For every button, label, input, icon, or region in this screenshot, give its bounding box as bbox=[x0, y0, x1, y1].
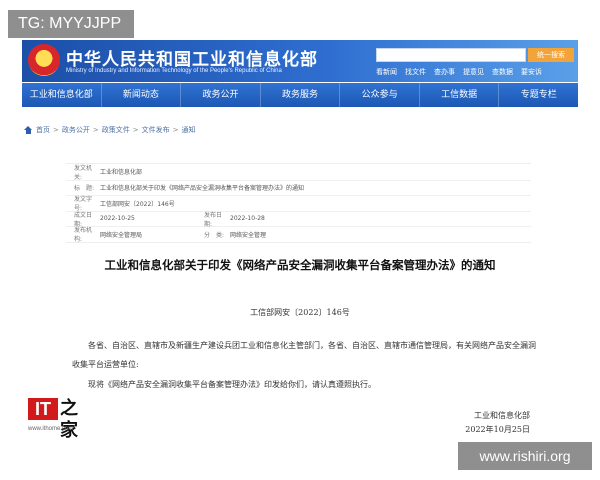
breadcrumb-separator: > bbox=[92, 126, 99, 134]
meta-value: 2022-10-25 bbox=[100, 215, 135, 223]
main-nav: 工业和信息化部 新闻动态 政务公开 政务服务 公众参与 工信数据 专题专栏 bbox=[22, 83, 578, 107]
document-paragraph: 现将《网络产品安全漏洞收集平台备案管理办法》印发给你们，请认真遵照执行。 bbox=[88, 380, 376, 389]
home-icon bbox=[24, 125, 33, 135]
breadcrumb-item[interactable]: 通知 bbox=[182, 125, 196, 135]
util-link[interactable]: 查数据 bbox=[492, 67, 513, 77]
ithome-url: www.ithome.com bbox=[28, 426, 74, 432]
breadcrumb-separator: > bbox=[132, 126, 139, 134]
meta-row-dates: 成文日期: 2022-10-25 发布日期: 2022-10-28 bbox=[66, 210, 531, 228]
nav-item-data[interactable]: 工信数据 bbox=[418, 83, 499, 107]
meta-row-title: 标 题: 工业和信息化部关于印发《网络产品安全漏洞收集平台备案管理办法》的通知 bbox=[66, 179, 531, 196]
meta-value: 网络安全管理 bbox=[230, 231, 267, 239]
nav-item-participation[interactable]: 公众参与 bbox=[339, 83, 419, 107]
ithome-logo-text: 之家 bbox=[60, 398, 78, 441]
document-number: 工信部网安〔2022〕146号 bbox=[250, 308, 350, 317]
meta-value: 工业和信息化部 bbox=[100, 169, 143, 177]
breadcrumb-separator: > bbox=[53, 126, 59, 134]
signoff-org: 工业和信息化部 bbox=[474, 411, 530, 420]
document-paragraph: 各省、自治区、直辖市及新疆生产建设兵团工业和信息化主管部门，各省、自治区、直辖市… bbox=[72, 341, 536, 369]
meta-label: 标 题: bbox=[74, 185, 95, 193]
watermark-bottom: www.rishiri.org bbox=[458, 442, 592, 470]
breadcrumb-separator: > bbox=[172, 126, 179, 134]
site-subtitle: Ministry of Industry and Information Tec… bbox=[66, 68, 282, 74]
meta-label: 分 类: bbox=[204, 231, 225, 239]
meta-value: 工信部网安〔2022〕146号 bbox=[100, 200, 175, 208]
breadcrumb-item[interactable]: 首页 bbox=[36, 125, 50, 135]
meta-label: 发文机关: bbox=[74, 164, 93, 181]
meta-label: 发布机构: bbox=[74, 227, 93, 244]
search-input[interactable] bbox=[376, 48, 526, 62]
site-header: 中华人民共和国工业和信息化部 Ministry of Industry and … bbox=[22, 40, 578, 82]
meta-row-issuer: 发文机关: 工业和信息化部 bbox=[66, 164, 531, 181]
nav-item-topics[interactable]: 专题专栏 bbox=[498, 83, 578, 107]
breadcrumb-item[interactable]: 政务公开 bbox=[62, 125, 90, 135]
utility-links: 看新闻 找文件 查办事 提意见 查数据 要安诉 bbox=[376, 67, 542, 77]
watermark-top: TG: MYYJJPP bbox=[8, 10, 134, 38]
util-link[interactable]: 找文件 bbox=[405, 67, 426, 77]
signoff-date: 2022年10月25日 bbox=[465, 425, 530, 434]
util-link[interactable]: 要安诉 bbox=[521, 67, 542, 77]
util-link[interactable]: 看新闻 bbox=[376, 67, 397, 77]
national-emblem-icon bbox=[28, 44, 60, 76]
breadcrumb-item[interactable]: 政策文件 bbox=[102, 125, 130, 135]
search-button[interactable]: 统一搜索 bbox=[528, 48, 574, 62]
nav-item-gov-info[interactable]: 政务公开 bbox=[180, 83, 260, 107]
meta-label: 发布日期: bbox=[204, 211, 223, 228]
util-link[interactable]: 查办事 bbox=[434, 67, 455, 77]
meta-value: 工业和信息化部关于印发《网络产品安全漏洞收集平台备案管理办法》的通知 bbox=[100, 185, 305, 193]
meta-row-number: 发文字号: 工信部网安〔2022〕146号 bbox=[66, 195, 531, 212]
nav-item-services[interactable]: 政务服务 bbox=[259, 83, 340, 107]
ithome-logo: IT 之家 bbox=[28, 398, 88, 441]
util-link[interactable]: 提意见 bbox=[463, 67, 484, 77]
nav-item-home[interactable]: 工业和信息化部 bbox=[22, 83, 101, 107]
breadcrumb-item[interactable]: 文件发布 bbox=[142, 125, 170, 135]
document-title: 工业和信息化部关于印发《网络产品安全漏洞收集平台备案管理办法》的通知 bbox=[104, 258, 496, 272]
nav-item-news[interactable]: 新闻动态 bbox=[100, 83, 181, 107]
site-title: 中华人民共和国工业和信息化部 bbox=[66, 50, 318, 70]
meta-row-org: 发布机构: 网络安全管理局 分 类: 网络安全管理 bbox=[66, 226, 531, 244]
document-metadata: 发文机关: 工业和信息化部 标 题: 工业和信息化部关于印发《网络产品安全漏洞收… bbox=[66, 163, 531, 243]
meta-value: 网络安全管理局 bbox=[100, 231, 143, 239]
ithome-logo-mark: IT bbox=[28, 398, 58, 420]
meta-value: 2022-10-28 bbox=[230, 215, 265, 223]
breadcrumb: 首页 > 政务公开 > 政策文件 > 文件发布 > 通知 bbox=[24, 125, 196, 135]
